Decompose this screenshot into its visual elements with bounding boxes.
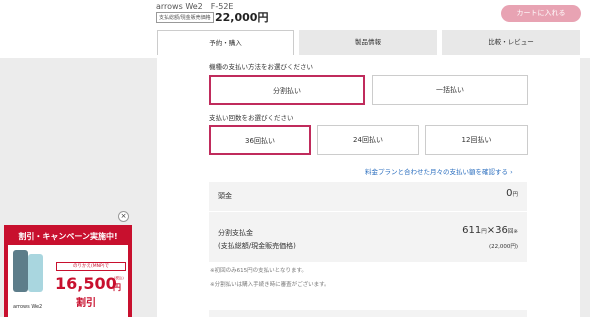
next-section-box [209,310,527,317]
phone-image [13,250,28,292]
tab-purchase[interactable]: 予約・購入 [157,30,294,55]
close-icon[interactable]: × [118,211,129,222]
installment-payment-option[interactable]: 分割払い [209,75,365,105]
banner-body: arrows We2 のりかえ(MNP)で 16,500 (税込) 円 割引 [8,245,128,317]
tab-product-info[interactable]: 製品情報 [299,30,437,55]
discount-tax: (税込) [114,276,124,280]
banner-phone-name: arrows We2 [13,304,43,310]
note-screening: ※分割払いは購入手続き時に審査がございます。 [210,282,330,288]
summary-divider [209,211,527,212]
installment-amount: 611 [462,225,482,236]
price-tag: 支払総額/現金販売価格 [156,12,214,23]
chevron-right-icon: › [510,168,513,176]
discount-amount: 16,500 [55,274,117,293]
plan-link[interactable]: 料金プランと合わせた月々の支払い額を確認する › [365,166,513,176]
down-payment-unit: 円 [512,192,518,198]
mnp-badge: のりかえ(MNP)で [56,262,126,271]
discount-yen: 円 [113,283,121,292]
payment-method-label: 機種の支払い方法をお選びください [209,63,313,71]
banner-title: 割引・キャンペーン実施中! [18,232,118,241]
installment-total: (22,000円) [488,244,518,250]
lump-sum-payment-option[interactable]: 一括払い [372,75,528,105]
product-price: 22,000円 [215,11,269,24]
installment-label: 分割支払金 [218,229,253,237]
note-first-payment: ※初回のみ615円の支払いとなります。 [210,268,307,274]
add-to-cart-button[interactable]: カートに入れる [501,5,581,22]
discount-label: 割引 [76,298,96,309]
campaign-banner[interactable]: 割引・キャンペーン実施中! arrows We2 のりかえ(MNP)で 16,5… [4,225,132,317]
option-36-months[interactable]: 36回払い [209,125,311,155]
installment-note-mark: ※ [513,229,518,235]
installments-label: 支払い回数をお選びください [209,114,294,122]
phone-image [28,254,43,292]
down-payment-label: 頭金 [218,192,232,200]
option-24-months[interactable]: 24回払い [317,125,419,155]
installment-times: ×36 [486,225,508,236]
down-payment-value: 0円 [506,188,518,199]
plan-link-text: 料金プランと合わせた月々の支払い額を確認する [365,168,508,176]
product-header: arrows We2 F-52E 支払総額/現金販売価格 22,000円 カート… [0,0,590,58]
payment-summary: 頭金 0円 分割支払金 (支払総額/現金販売価格) 611円×36回※ (22,… [209,182,527,262]
tab-compare-review[interactable]: 比較・レビュー [442,30,580,55]
option-12-months[interactable]: 12回払い [425,125,528,155]
installment-sublabel: (支払総額/現金販売価格) [218,242,296,250]
installment-value: 611円×36回※ [462,225,518,236]
